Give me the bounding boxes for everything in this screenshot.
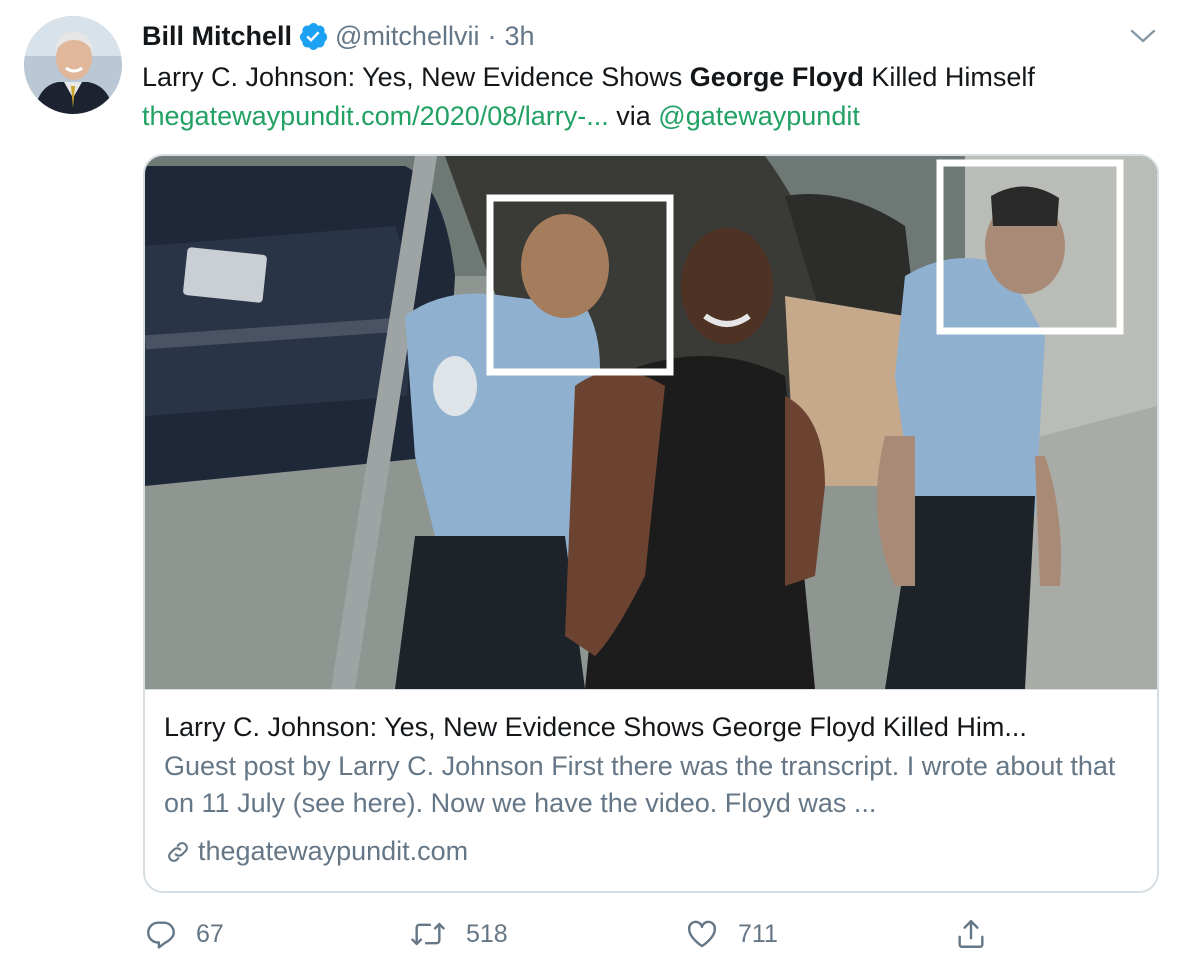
verified-badge-icon <box>299 22 328 50</box>
tweet-actions: 67 518 711 <box>0 912 1182 956</box>
tweet-text-start: Larry C. Johnson: Yes, New Evidence Show… <box>142 62 690 92</box>
heart-icon <box>687 920 717 948</box>
like-button[interactable]: 711 <box>684 912 778 956</box>
avatar-image <box>24 16 122 114</box>
card-title: Larry C. Johnson: Yes, New Evidence Show… <box>164 712 1027 742</box>
retweet-button[interactable]: 518 <box>408 912 508 956</box>
via-handle-link[interactable]: @gatewaypundit <box>658 101 860 131</box>
card-description: Guest post by Larry C. Johnson First the… <box>164 751 1116 818</box>
tweet-link[interactable]: thegatewaypundit.com/2020/08/larry-... <box>142 101 609 131</box>
separator-dot: · <box>487 20 497 51</box>
retweet-count: 518 <box>466 919 508 948</box>
chevron-down-icon[interactable] <box>1128 24 1158 48</box>
tweet-text-bold: George Floyd <box>689 62 864 92</box>
author-handle[interactable]: @mitchellvii <box>335 21 479 52</box>
reply-count: 67 <box>196 919 224 948</box>
share-icon <box>958 920 984 948</box>
card-body: Larry C. Johnson: Yes, New Evidence Show… <box>145 689 1157 891</box>
tweet-header: Bill Mitchell @mitchellvii · 3h <box>142 18 535 54</box>
reply-icon <box>147 921 175 949</box>
author-name[interactable]: Bill Mitchell <box>142 21 292 52</box>
card-image <box>145 156 1157 689</box>
tweet-text-end: Killed Himself <box>863 62 1035 92</box>
share-button[interactable] <box>954 912 1006 956</box>
card-domain-text: thegatewaypundit.com <box>198 836 469 866</box>
like-count: 711 <box>738 919 778 948</box>
card-domain: thegatewaypundit.com <box>164 836 468 867</box>
via-label: via <box>608 101 659 131</box>
timestamp[interactable]: 3h <box>504 21 534 52</box>
reply-button[interactable]: 67 <box>144 912 224 956</box>
avatar[interactable] <box>24 16 122 114</box>
card-photo <box>145 156 1157 689</box>
tweet-text: Larry C. Johnson: Yes, New Evidence Show… <box>142 58 1172 136</box>
link-card[interactable]: Larry C. Johnson: Yes, New Evidence Show… <box>143 154 1159 893</box>
link-icon <box>168 841 188 862</box>
retweet-icon <box>410 922 446 946</box>
